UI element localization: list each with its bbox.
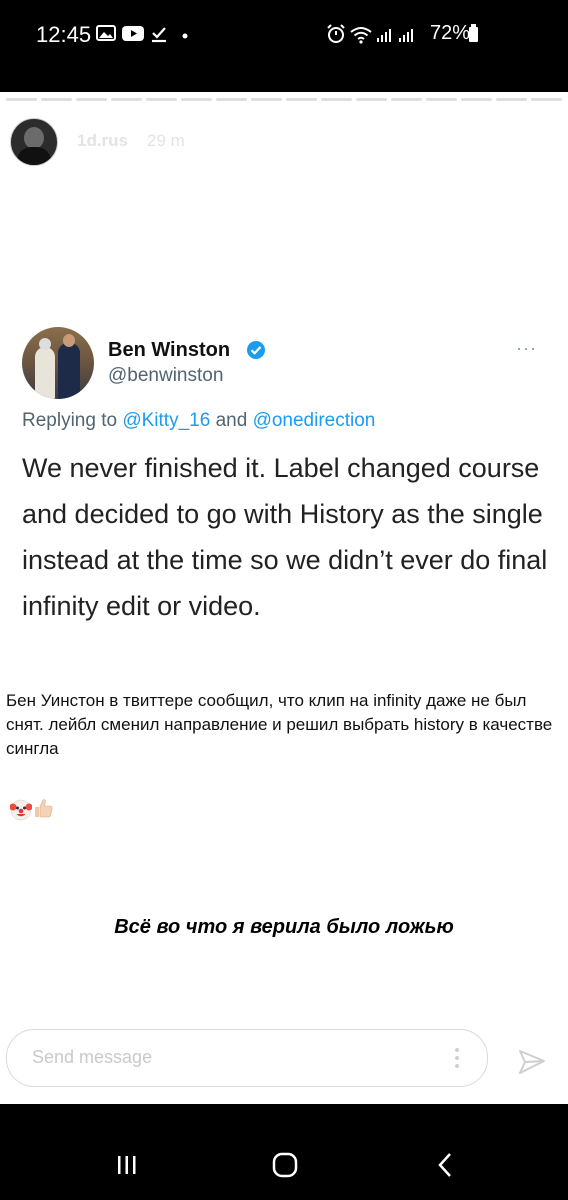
send-message-input[interactable]: Send message	[6, 1029, 488, 1087]
system-nav-bar	[0, 1104, 568, 1200]
recents-icon[interactable]	[116, 1154, 138, 1176]
send-message-placeholder: Send message	[32, 1047, 153, 1067]
dot-icon	[182, 33, 188, 39]
image-icon	[96, 25, 116, 41]
story-view[interactable]: 1d.rus 29 m Ben Winston @benwinston ··· …	[0, 92, 568, 1104]
tweet-author-name: Ben Winston	[108, 339, 231, 361]
alarm-icon	[327, 24, 345, 43]
mention-link: @onedirection	[252, 410, 376, 431]
mention-link: @Kitty_16	[122, 410, 211, 431]
send-icon[interactable]	[517, 1047, 547, 1077]
home-icon[interactable]	[272, 1152, 298, 1178]
clown-face-icon	[10, 799, 32, 821]
signal-icon	[377, 29, 391, 42]
back-icon[interactable]	[436, 1152, 454, 1178]
story-time-ago: 29 m	[147, 131, 185, 150]
signal-icon	[399, 29, 413, 42]
battery-icon	[469, 24, 478, 42]
story-caption: Бен Уинстон в твиттере сообщил, что клип…	[6, 691, 553, 758]
tweet-replying-to: Replying to @Kitty_16 and @onedirection	[22, 410, 376, 431]
story-username[interactable]: 1d.rus	[77, 131, 128, 151]
download-done-icon	[152, 27, 166, 43]
verified-badge-icon	[247, 341, 265, 359]
status-bar: 12:45 72%	[0, 0, 568, 72]
more-vertical-icon[interactable]	[455, 1046, 459, 1070]
story-overlay-text: Всё во что я верила было ложью	[114, 916, 454, 938]
youtube-icon	[122, 26, 144, 41]
tweet-avatar	[22, 327, 94, 399]
tweet-text: We never finished it. Label changed cour…	[22, 453, 548, 621]
more-options-icon: ···	[516, 338, 537, 358]
story-avatar[interactable]	[10, 118, 58, 166]
thumbs-up-icon	[35, 799, 53, 818]
wifi-icon	[350, 27, 372, 44]
story-progress-bar	[6, 98, 562, 101]
tweet-author-handle: @benwinston	[108, 365, 224, 386]
battery-percent: 72%	[429, 22, 470, 44]
status-time: 12:45	[36, 22, 92, 47]
